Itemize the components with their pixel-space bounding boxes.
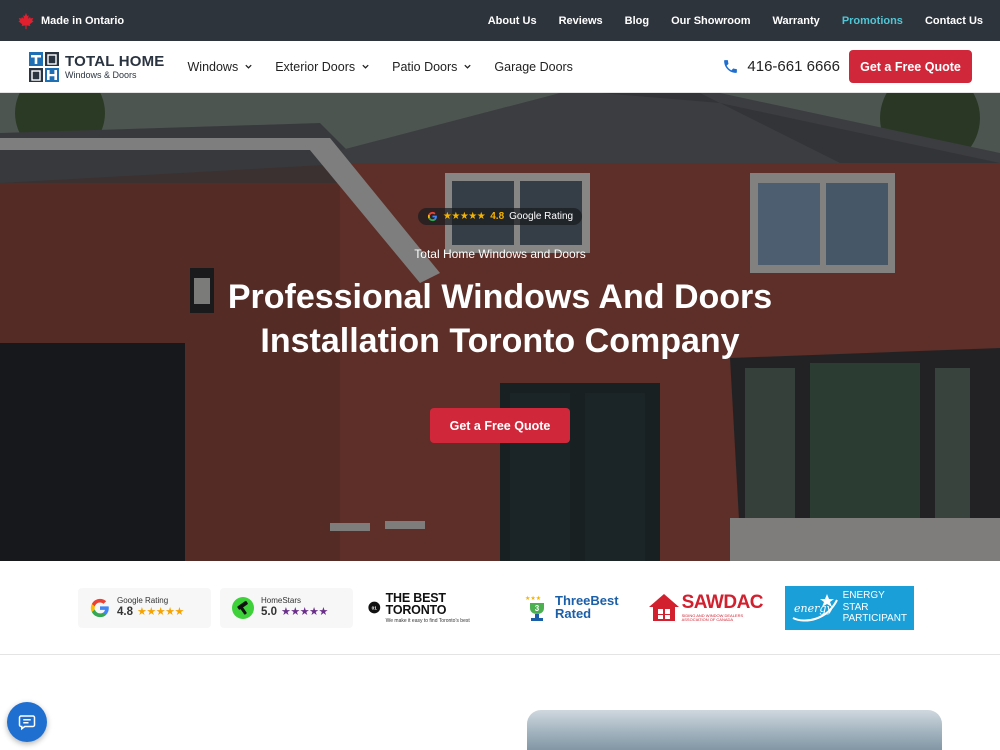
trust-badges: Google Rating 4.8 ★★★★★ HomeStars 5.0 ★★… (0, 561, 1000, 655)
maple-leaf-icon (18, 12, 34, 29)
nav-item-label: Windows (187, 59, 239, 74)
phone-icon (724, 60, 738, 73)
google-rating-pill: ★★★★★ 4.8 Google Rating (417, 208, 583, 225)
main-navbar: TOTAL HOME Windows & Doors Windows Exter… (0, 41, 1000, 93)
three-best-rated-badge[interactable]: ★★★ 3 ThreeBest Rated (522, 593, 619, 623)
get-quote-button-header[interactable]: Get a Free Quote (849, 50, 972, 83)
best-toronto-badge[interactable]: 01 THE BEST TORONTO We make it easy to f… (368, 590, 490, 624)
chevron-down-icon (362, 64, 369, 69)
svg-text:3: 3 (535, 604, 540, 613)
best-toronto-icon: 01 (368, 601, 381, 614)
svg-text:01: 01 (372, 605, 378, 611)
google-g-icon (427, 211, 437, 222)
logo-mark-icon (29, 51, 59, 82)
three-best-line2: Rated (555, 605, 592, 621)
hero-section: ★★★★★ 4.8 Google Rating Total Home Windo… (0, 93, 1000, 561)
chat-widget-button[interactable] (7, 702, 47, 742)
top-link-blog[interactable]: Blog (625, 15, 649, 27)
sawdac-badge[interactable]: SAWDAC SIDING AND WINDOW DEALERS ASSOCIA… (647, 591, 767, 625)
site-logo[interactable]: TOTAL HOME Windows & Doors (28, 50, 165, 84)
top-link-our-showroom[interactable]: Our Showroom (671, 15, 750, 27)
energy-star-badge[interactable]: energy ENERGY STAR PARTICIPANT (784, 585, 914, 630)
get-quote-button-hero[interactable]: Get a Free Quote (430, 408, 570, 443)
google-g-icon (90, 598, 109, 617)
sawdac-house-icon (648, 593, 679, 621)
top-links: About Us Reviews Blog Our Showroom Warra… (488, 15, 983, 27)
nav-item-label: Patio Doors (392, 59, 458, 74)
hero-title: Professional Windows And Doors Installat… (227, 278, 773, 360)
top-link-contact-us[interactable]: Contact Us (925, 15, 983, 27)
top-bar: Made in Ontario About Us Reviews Blog Ou… (0, 0, 1000, 41)
phone-number: 416-661 6666 (747, 58, 840, 75)
homestars-badge-stars: ★★★★★ (281, 605, 328, 618)
nav-item-label: Exterior Doors (275, 59, 356, 74)
sawdac-title: SAWDAC (681, 592, 764, 613)
nav-item-garage-doors[interactable]: Garage Doors (494, 60, 573, 74)
homestars-badge-score: 5.0 (261, 605, 277, 618)
best-toronto-title: THE BEST TORONTO (385, 590, 447, 617)
rating-score: 4.8 (490, 211, 505, 222)
rating-label: Google Rating (509, 211, 574, 222)
hero-subtitle: Total Home Windows and Doors (414, 247, 586, 261)
google-badge-score: 4.8 (117, 605, 133, 618)
google-badge-stars: ★★★★★ (137, 605, 184, 618)
chevron-down-icon (245, 64, 252, 69)
feature-image (527, 710, 942, 750)
best-toronto-subtitle: We make it easy to find Toronto's best (385, 617, 470, 624)
top-link-warranty[interactable]: Warranty (773, 15, 820, 27)
svg-text:★★★: ★★★ (525, 595, 541, 602)
top-link-promotions[interactable]: Promotions (842, 15, 903, 27)
nav-item-patio-doors[interactable]: Patio Doors (392, 60, 472, 74)
three-best-trophy-icon: ★★★ 3 (525, 595, 544, 621)
chevron-down-icon (464, 64, 472, 69)
sawdac-subtitle: SIDING AND WINDOW DEALERS ASSOCIATION OF… (681, 613, 744, 622)
nav-item-exterior-doors[interactable]: Exterior Doors (275, 60, 370, 74)
energy-star-icon: energy (792, 593, 838, 622)
google-rating-badge[interactable]: Google Rating 4.8 ★★★★★ (78, 587, 211, 628)
energy-star-line3: PARTICIPANT (842, 613, 908, 625)
nav-menu: Windows Exterior Doors Patio Doors Garag… (188, 60, 573, 74)
logo-title: TOTAL HOME (65, 52, 165, 70)
chat-bubble-icon (18, 715, 36, 731)
hero-content: ★★★★★ 4.8 Google Rating Total Home Windo… (0, 93, 1000, 561)
energy-star-line2: STAR (842, 601, 869, 613)
made-in-ontario: Made in Ontario (17, 12, 124, 30)
google-badge-name: Google Rating (117, 595, 169, 605)
made-in-label: Made in Ontario (41, 14, 125, 27)
energy-star-line1: ENERGY (842, 590, 885, 602)
logo-subtitle: Windows & Doors (65, 69, 137, 80)
top-link-about-us[interactable]: About Us (488, 15, 537, 27)
lower-section (0, 656, 1000, 750)
homestars-badge[interactable]: HomeStars 5.0 ★★★★★ (220, 587, 353, 628)
homestars-badge-name: HomeStars (261, 595, 302, 605)
top-link-reviews[interactable]: Reviews (559, 15, 603, 27)
nav-item-windows[interactable]: Windows (188, 60, 254, 74)
homestars-hammer-icon (232, 596, 254, 619)
phone-link[interactable]: 416-661 6666 (722, 58, 840, 75)
rating-stars: ★★★★★ (442, 211, 486, 222)
nav-item-label: Garage Doors (494, 59, 573, 74)
